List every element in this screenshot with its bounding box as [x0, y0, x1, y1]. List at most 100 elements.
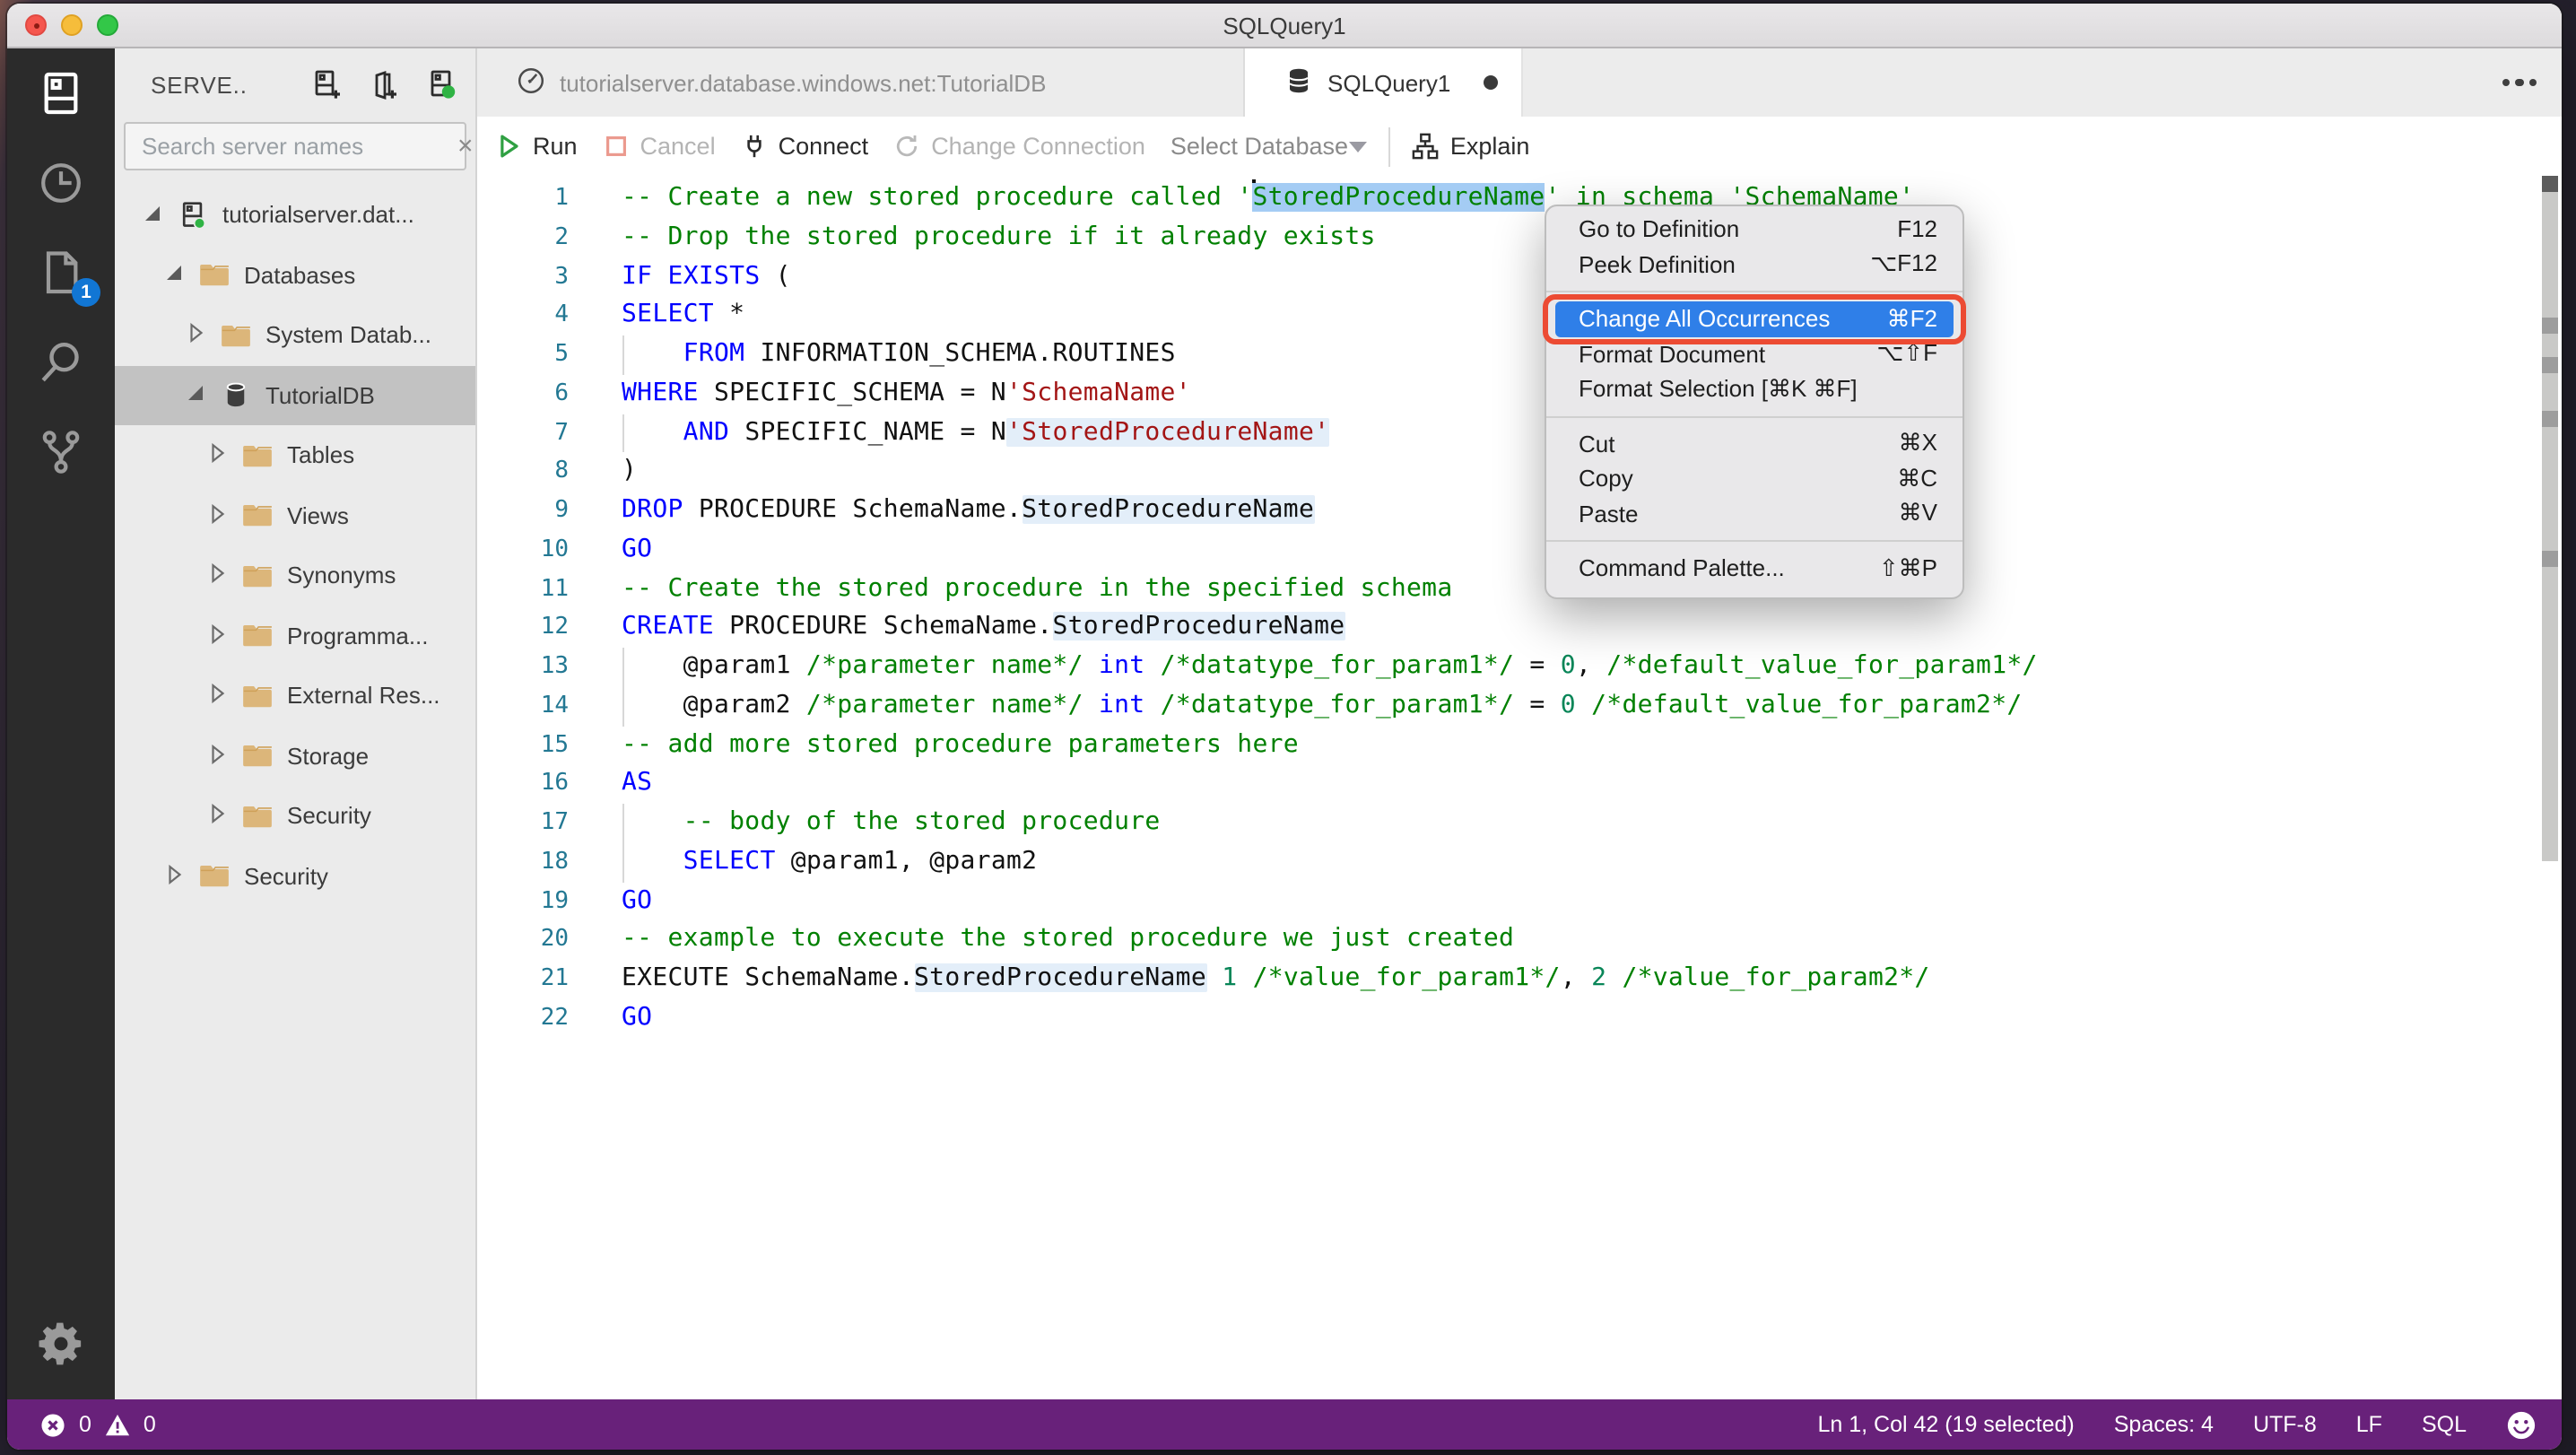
code-line[interactable]: 18 SELECT @param1, @param2	[477, 842, 2562, 883]
error-count[interactable]: 0	[79, 1412, 91, 1437]
code-text: )	[622, 453, 637, 492]
tree-item-system-datab[interactable]: System Datab...	[115, 305, 475, 365]
menu-item-format-document[interactable]: Format Document ⌥⇧F	[1546, 336, 1962, 371]
cursor-position[interactable]: Ln 1, Col 42 (19 selected)	[1817, 1412, 2074, 1437]
code-line[interactable]: 3 IF EXISTS (	[477, 257, 2562, 297]
open-editors-icon[interactable]: 1	[7, 228, 115, 318]
menu-item-paste[interactable]: Paste ⌘V	[1546, 496, 1962, 531]
menu-item-shortcut: ⇧⌘P	[1878, 553, 1937, 581]
code-line[interactable]: 13 @param1 /*parameter name*/ int /*data…	[477, 648, 2562, 687]
task-history-icon[interactable]	[7, 138, 115, 228]
code-text: SELECT @param1, @param2	[622, 843, 1037, 883]
code-line[interactable]: 19 GO	[477, 882, 2562, 921]
settings-gear-icon[interactable]	[7, 1299, 115, 1389]
code-line[interactable]: 15 -- add more stored procedure parameter…	[477, 726, 2562, 765]
tree-item-views[interactable]: Views	[115, 485, 475, 545]
chevron-expanded-icon[interactable]	[163, 266, 185, 283]
minimize-button[interactable]	[61, 14, 83, 36]
tree-item-programma[interactable]: Programma...	[115, 606, 475, 666]
new-connection-icon[interactable]	[309, 67, 343, 101]
code-line[interactable]: 12 CREATE PROCEDURE SchemaName.StoredProc…	[477, 609, 2562, 649]
chevron-expanded-icon[interactable]	[185, 386, 206, 403]
code-line[interactable]: 20 -- example to execute the stored proce…	[477, 921, 2562, 961]
code-line[interactable]: 16 AS	[477, 765, 2562, 805]
errors-icon[interactable]	[39, 1411, 66, 1438]
clear-search-icon[interactable]: ×	[457, 133, 474, 160]
tab-dashboard[interactable]: tutorialserver.database.windows.net:Tuto…	[477, 48, 1245, 117]
select-database-dropdown[interactable]: Select Database	[1171, 133, 1368, 160]
tree-item-tables[interactable]: Tables	[115, 425, 475, 485]
search-icon[interactable]	[7, 318, 115, 407]
menu-item-change-all-occurrences[interactable]: Change All Occurrences ⌘F2	[1555, 301, 1954, 336]
code-line[interactable]: 21 EXECUTE SchemaName.StoredProcedureName…	[477, 960, 2562, 999]
connect-button[interactable]: Connect	[741, 133, 868, 160]
folder-icon	[242, 683, 273, 710]
chevron-collapsed-icon[interactable]	[206, 442, 228, 469]
tree-item-security[interactable]: Security	[115, 846, 475, 906]
code-line[interactable]: 5 FROM INFORMATION_SCHEMA.ROUTINES	[477, 335, 2562, 375]
new-server-group-icon[interactable]	[366, 67, 400, 101]
code-editor[interactable]: 1 -- Create a new stored procedure called…	[477, 176, 2562, 1399]
chevron-expanded-icon[interactable]	[142, 205, 163, 222]
tree-item-synonyms[interactable]: Synonyms	[115, 545, 475, 606]
token: PROCEDURE SchemaName.	[683, 495, 1023, 524]
chevron-collapsed-icon[interactable]	[206, 623, 228, 649]
chevron-collapsed-icon[interactable]	[163, 863, 185, 890]
close-button[interactable]	[25, 14, 47, 36]
tree-item-external-res[interactable]: External Res...	[115, 666, 475, 726]
tree-item-storage[interactable]: Storage	[115, 726, 475, 786]
code-line[interactable]: 11 -- Create the stored procedure in the …	[477, 570, 2562, 609]
code-line[interactable]: 17 -- body of the stored procedure	[477, 804, 2562, 843]
server-search-input[interactable]	[142, 133, 457, 160]
server-search-box[interactable]: ×	[124, 122, 474, 170]
code-line[interactable]: 22 GO	[477, 999, 2562, 1039]
explain-button[interactable]: Explain	[1413, 133, 1529, 160]
run-button[interactable]: Run	[495, 133, 578, 160]
menu-item-peek-definition[interactable]: Peek Definition ⌥F12	[1546, 247, 1962, 282]
menu-item-copy[interactable]: Copy ⌘C	[1546, 461, 1962, 496]
menu-item-label: Command Palette...	[1579, 554, 1785, 582]
tree-item-databases[interactable]: Databases	[115, 245, 475, 305]
feedback-smiley-icon[interactable]	[2506, 1409, 2537, 1440]
line-number: 13	[540, 653, 569, 680]
menu-item-format-selection-k-f[interactable]: Format Selection [⌘K ⌘F]	[1546, 371, 1962, 406]
servers-icon[interactable]	[7, 48, 115, 138]
code-line[interactable]: 14 @param2 /*parameter name*/ int /*data…	[477, 686, 2562, 727]
menu-item-cut[interactable]: Cut ⌘X	[1546, 426, 1962, 461]
chevron-collapsed-icon[interactable]	[206, 803, 228, 830]
warnings-icon[interactable]	[104, 1411, 131, 1438]
zoom-button[interactable]	[97, 14, 118, 36]
code-line[interactable]: 4 SELECT *	[477, 297, 2562, 336]
tree-item-tutorialdb[interactable]: TutorialDB	[115, 365, 475, 425]
code-line[interactable]: 2 -- Drop the stored procedure if it alre…	[477, 219, 2562, 258]
code-line[interactable]: 9 DROP PROCEDURE SchemaName.StoredProcedu…	[477, 492, 2562, 531]
warning-count[interactable]: 0	[144, 1412, 156, 1437]
active-connections-icon[interactable]	[423, 67, 457, 101]
chevron-collapsed-icon[interactable]	[206, 502, 228, 529]
eol[interactable]: LF	[2356, 1412, 2382, 1437]
code-line[interactable]: 6 WHERE SPECIFIC_SCHEMA = N'SchemaName'	[477, 375, 2562, 414]
menu-item-command-palette[interactable]: Command Palette... ⇧⌘P	[1546, 551, 1962, 586]
code-line[interactable]: 10 GO	[477, 531, 2562, 571]
scrollbar-thumb[interactable]	[2542, 176, 2558, 192]
database-icon	[221, 382, 251, 409]
menu-item-go-to-definition[interactable]: Go to Definition F12	[1546, 212, 1962, 247]
token: @param1, @param2	[775, 846, 1038, 876]
language-mode[interactable]: SQL	[2422, 1412, 2467, 1437]
chevron-collapsed-icon[interactable]	[185, 322, 206, 349]
source-control-icon[interactable]	[7, 407, 115, 497]
code-line[interactable]: 8)	[477, 453, 2562, 492]
tree-item-security[interactable]: Security	[115, 786, 475, 846]
chevron-collapsed-icon[interactable]	[206, 683, 228, 710]
chevron-collapsed-icon[interactable]	[206, 743, 228, 770]
indentation[interactable]: Spaces: 4	[2114, 1412, 2214, 1437]
window-title: SQLQuery1	[1223, 12, 1346, 39]
overview-ruler[interactable]	[2542, 188, 2558, 861]
tab-sqlquery1[interactable]: SQLQuery1	[1245, 48, 1523, 117]
code-line[interactable]: 7 AND SPECIFIC_NAME = N'StoredProcedureN…	[477, 414, 2562, 453]
tree-item-tutorialserver-dat[interactable]: tutorialserver.dat...	[115, 185, 475, 245]
more-actions-icon[interactable]	[2502, 48, 2537, 117]
encoding[interactable]: UTF-8	[2253, 1412, 2317, 1437]
code-line[interactable]: 1 -- Create a new stored procedure called…	[477, 179, 2562, 219]
chevron-collapsed-icon[interactable]	[206, 562, 228, 589]
